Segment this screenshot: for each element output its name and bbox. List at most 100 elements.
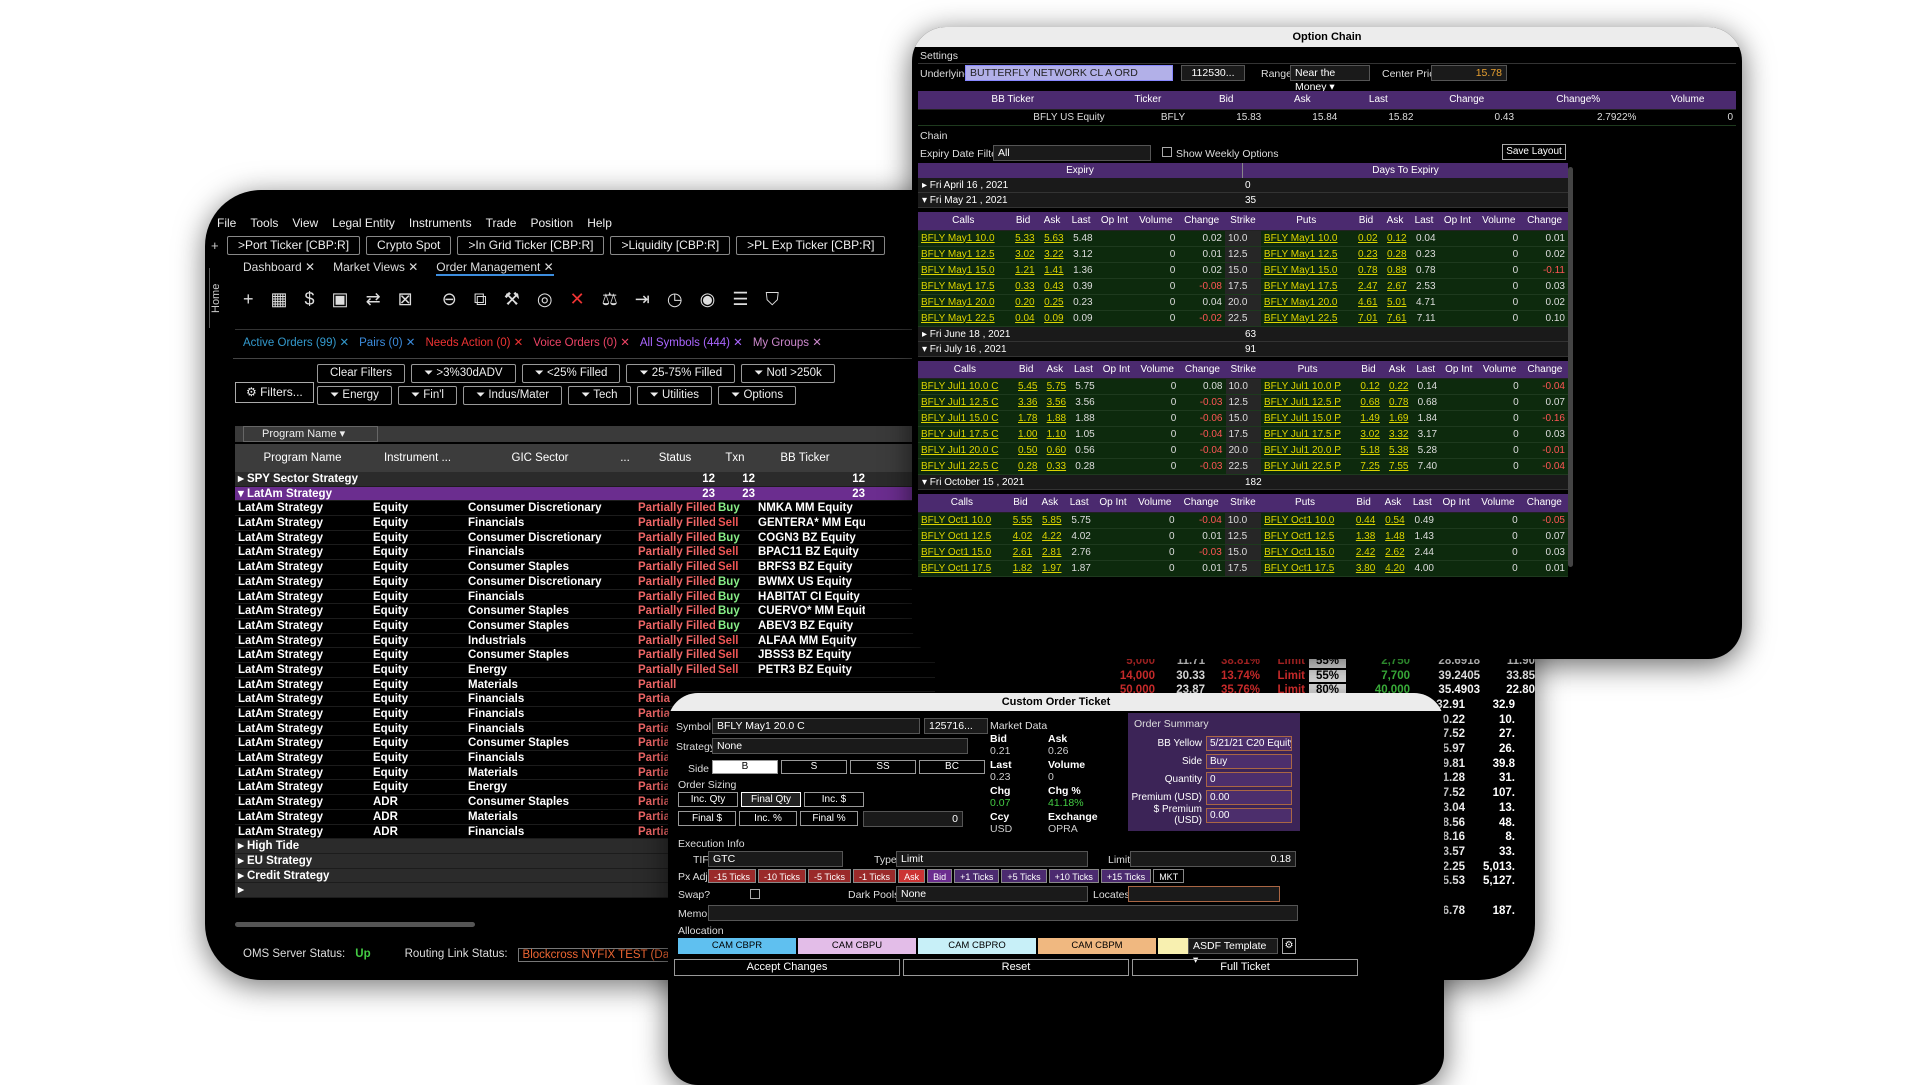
option-row[interactable]: BFLY Jul1 10.0 C 5.45 5.75 5.75 0 0.08 10.0 BFL…: [918, 378, 1568, 395]
target-icon[interactable]: ◉: [700, 289, 716, 310]
ticket-action-button[interactable]: Reset: [903, 959, 1129, 976]
option-cell[interactable]: BFLY Oct1 12.5: [918, 528, 1006, 545]
option-cell[interactable]: 7.55: [1382, 458, 1412, 475]
table-row[interactable]: LatAm Strategy Equity Materials Partiall: [235, 678, 935, 693]
option-row[interactable]: BFLY Oct1 15.0 2.61 2.81 2.76 0 -0.03 15.0 BFLY…: [918, 544, 1568, 561]
swap-checkbox[interactable]: [750, 889, 760, 899]
ticker-button[interactable]: Crypto Spot: [366, 236, 452, 255]
option-cell[interactable]: 0.43: [1037, 278, 1067, 295]
price-adjust-button[interactable]: Ask: [898, 869, 926, 883]
group-by-select[interactable]: Program Name ▾: [243, 426, 378, 442]
swap-icon[interactable]: ⇄: [366, 289, 381, 310]
no-display-icon[interactable]: ⊠: [398, 289, 413, 310]
sizing-button[interactable]: Inc. %: [739, 811, 797, 826]
option-row[interactable]: BFLY May1 15.0 1.21 1.41 1.36 0 0.02 15.0 BFLY …: [918, 262, 1568, 279]
option-cell[interactable]: BFLY Jul1 17.5 C: [918, 426, 1012, 443]
option-cell[interactable]: 0.25: [1037, 294, 1067, 311]
option-cell[interactable]: 5.63: [1037, 230, 1067, 247]
option-cell[interactable]: BFLY Oct1 15.0: [1261, 544, 1349, 561]
option-cell[interactable]: 0.22: [1382, 378, 1412, 395]
table-row[interactable]: LatAm Strategy Equity Industrials Partially…: [235, 634, 935, 649]
option-cell[interactable]: 2.81: [1035, 544, 1065, 561]
shield-icon[interactable]: ⛉: [765, 289, 779, 310]
option-cell[interactable]: 5.33: [1008, 230, 1038, 247]
side-button[interactable]: BC: [919, 760, 985, 774]
filter-chip[interactable]: Clear Filters: [317, 364, 405, 383]
price-adjust-button[interactable]: +1 Ticks: [954, 869, 1000, 883]
option-cell[interactable]: 0.54: [1378, 512, 1408, 529]
expiry-row[interactable]: ▸ Fri June 18 , 2021 63: [918, 326, 1568, 342]
option-cell[interactable]: BFLY Jul1 10.0 C: [918, 378, 1012, 395]
summary-value[interactable]: 0: [1206, 771, 1292, 787]
option-cell[interactable]: 1.97: [1035, 560, 1065, 577]
option-cell[interactable]: 3.36: [1011, 394, 1041, 411]
price-adjust-button[interactable]: MKT: [1153, 869, 1185, 883]
option-cell[interactable]: 0.50: [1011, 442, 1041, 459]
allocation-account[interactable]: CAM CBPR: [678, 938, 796, 954]
option-cell[interactable]: 5.45: [1011, 378, 1041, 395]
option-cell[interactable]: BFLY Jul1 22.5 C: [918, 458, 1012, 475]
option-cell[interactable]: 1.00: [1011, 426, 1041, 443]
option-cell[interactable]: 5.18: [1354, 442, 1383, 459]
allocation-account[interactable]: CAM CBPU: [798, 938, 916, 954]
option-row[interactable]: BFLY May1 12.5 3.02 3.22 3.12 0 0.01 12.5 BFLY …: [918, 246, 1568, 263]
option-cell[interactable]: BFLY Oct1 12.5: [1261, 528, 1349, 545]
expiry-row[interactable]: ▾ Fri October 15 , 2021 182: [918, 475, 1568, 490]
option-row[interactable]: BFLY Jul1 12.5 C 3.36 3.56 3.56 0 -0.03 12.5 BF…: [918, 394, 1568, 411]
column-header[interactable]: Status: [635, 444, 715, 472]
summary-value[interactable]: Buy: [1206, 753, 1292, 769]
chain-scrollbar[interactable]: [1568, 167, 1573, 567]
option-cell[interactable]: BFLY Oct1 10.0: [1261, 512, 1349, 529]
ticker-button[interactable]: >PL Exp Ticker [CBP:R]: [736, 236, 886, 255]
option-cell[interactable]: 3.56: [1040, 394, 1070, 411]
scale-icon[interactable]: ⚖: [602, 289, 618, 310]
filter-chip[interactable]: ⏷ >3%30dADV: [410, 364, 516, 383]
option-cell[interactable]: 0.78: [1382, 394, 1412, 411]
option-cell[interactable]: BFLY Jul1 10.0 P: [1260, 378, 1355, 395]
option-cell[interactable]: 1.69: [1382, 410, 1412, 427]
option-cell[interactable]: 1.82: [1005, 560, 1036, 577]
range-select[interactable]: Near the Money ▾: [1290, 65, 1370, 93]
dollar-icon[interactable]: $: [305, 289, 315, 310]
filters-button[interactable]: ⚙ Filters...: [235, 382, 314, 403]
sizing-button[interactable]: Final $: [678, 811, 736, 826]
table-row[interactable]: LatAm Strategy Equity Consumer Staples Part…: [235, 648, 935, 663]
table-row[interactable]: ▾ LatAm Strategy23 23 23 23: [235, 486, 935, 502]
option-cell[interactable]: 1.21: [1008, 262, 1038, 279]
option-cell[interactable]: 0.12: [1354, 378, 1383, 395]
tab[interactable]: Dashboard ✕: [243, 260, 315, 276]
ticker-button[interactable]: >Port Ticker [CBP:R]: [227, 236, 361, 255]
side-button[interactable]: S: [781, 760, 847, 774]
broadcast-icon[interactable]: ◎: [537, 289, 553, 310]
sizing-button[interactable]: Final Qty: [741, 792, 801, 807]
option-cell[interactable]: 0.12: [1380, 230, 1410, 247]
option-cell[interactable]: 3.02: [1008, 246, 1038, 263]
filter-chip[interactable]: ⏷ Indus/Mater: [462, 386, 563, 405]
option-cell[interactable]: 0.28: [1380, 246, 1410, 263]
ticker-button[interactable]: >In Grid Ticker [CBP:R]: [457, 236, 605, 255]
export-icon[interactable]: ⇥: [635, 289, 650, 310]
tif-select[interactable]: GTC: [708, 851, 843, 867]
expiry-filter-select[interactable]: All: [993, 145, 1151, 161]
center-price-input[interactable]: 15.78: [1431, 65, 1507, 81]
clock-icon[interactable]: ◷: [667, 289, 683, 310]
option-cell[interactable]: 5.85: [1035, 512, 1065, 529]
column-header[interactable]: BB Ticker: [755, 444, 855, 472]
summary-value[interactable]: 0.00: [1206, 807, 1292, 823]
option-cell[interactable]: 7.01: [1351, 310, 1381, 327]
table-row[interactable]: ▸ SPY Sector Strategy12 12 12 12: [235, 472, 935, 487]
option-cell[interactable]: 2.62: [1378, 544, 1408, 561]
option-cell[interactable]: 4.20: [1378, 560, 1408, 577]
subtab[interactable]: My Groups ✕: [753, 335, 822, 349]
gavel-icon[interactable]: ⚒: [504, 289, 520, 310]
option-cell[interactable]: 5.75: [1040, 378, 1070, 395]
column-header[interactable]: GIC Sector: [465, 444, 615, 472]
table-row[interactable]: LatAm Strategy Equity Consumer Discretiona…: [235, 531, 935, 546]
filter-chip[interactable]: ⏷ Utilities: [636, 386, 713, 405]
table-row[interactable]: LatAm Strategy Equity Consumer Staples Part…: [235, 604, 935, 619]
subtab[interactable]: Pairs (0) ✕: [359, 335, 415, 349]
price-adjust-button[interactable]: Bid: [927, 869, 953, 883]
price-adjust-button[interactable]: -10 Ticks: [758, 869, 807, 883]
expiry-row[interactable]: ▸ Fri April 16 , 2021 0: [918, 178, 1568, 193]
option-cell[interactable]: BFLY Jul1 20.0 C: [918, 442, 1012, 459]
